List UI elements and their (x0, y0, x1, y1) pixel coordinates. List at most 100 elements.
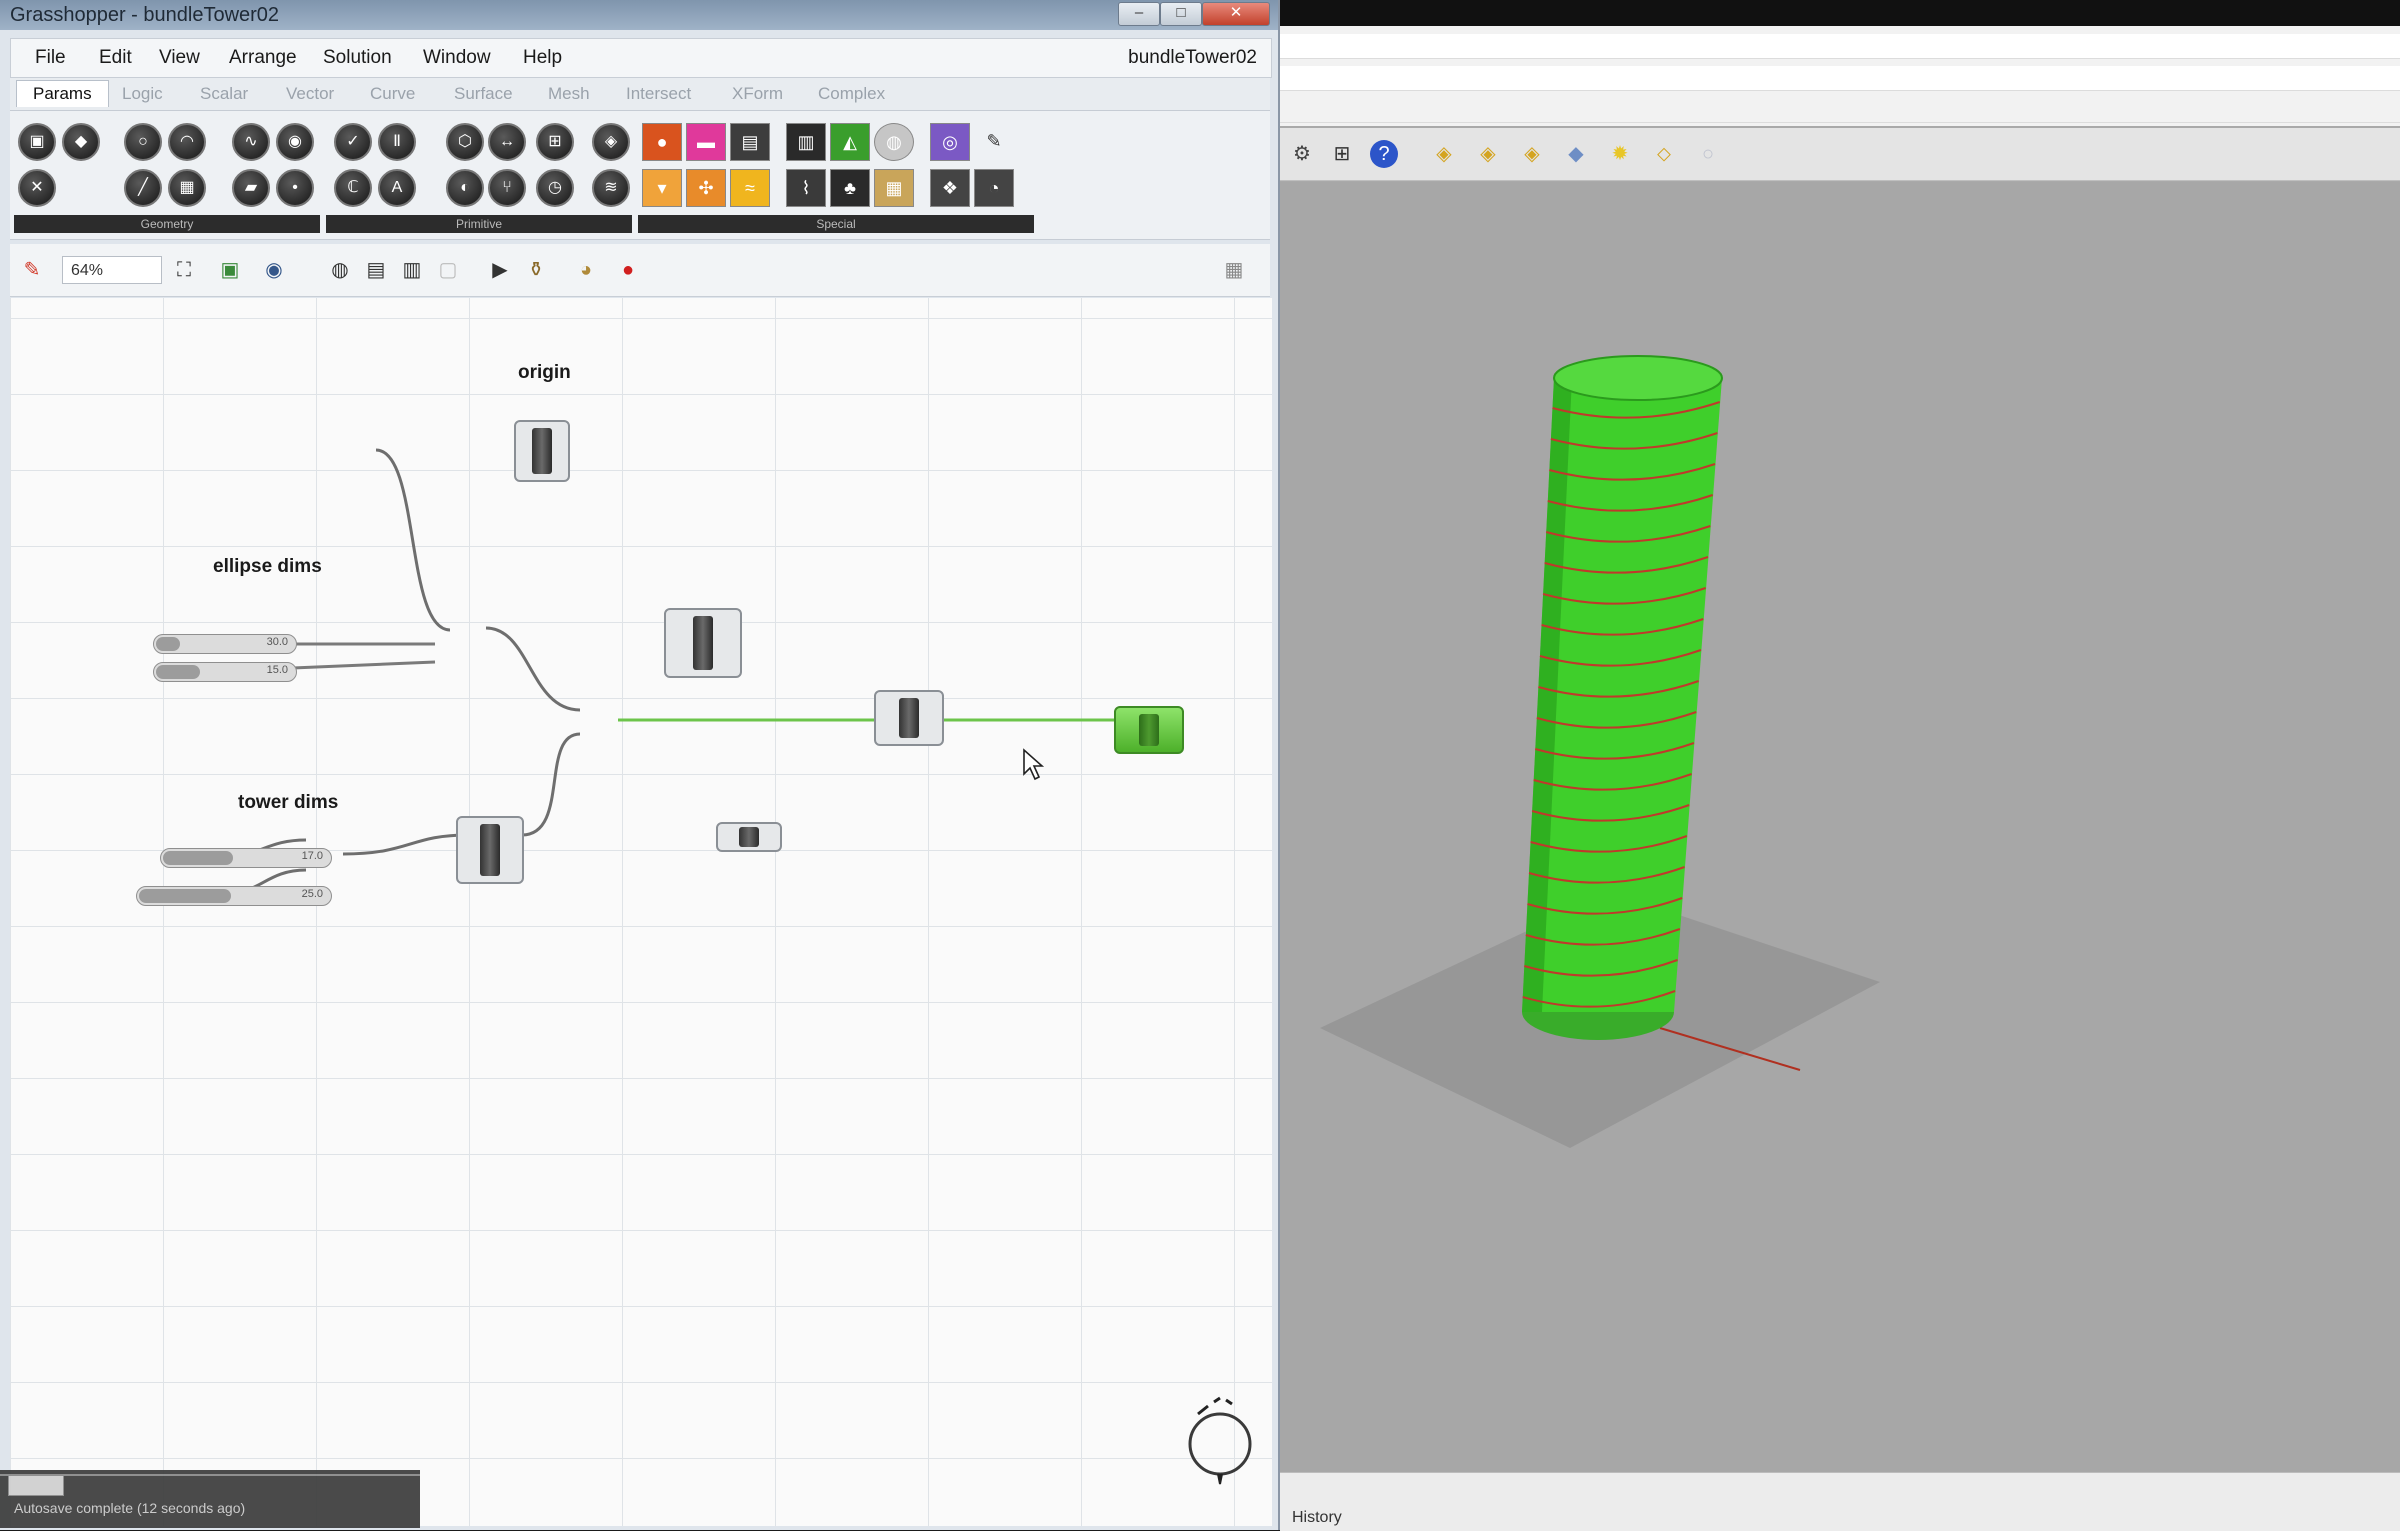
data-recorder-icon[interactable]: ♣ (830, 169, 870, 207)
maximize-button[interactable]: □ (1160, 2, 1202, 26)
ellipse-slider-b[interactable]: 15.0 (153, 662, 297, 682)
menu-edit[interactable]: Edit (99, 47, 132, 69)
guid-param-icon[interactable]: ≋ (592, 169, 630, 207)
value-list-icon[interactable]: ▥ (786, 123, 826, 161)
field-param-icon[interactable]: ✕ (18, 169, 56, 207)
arc-param-icon[interactable]: ◠ (168, 123, 206, 161)
unit-z-component[interactable] (716, 822, 782, 852)
gear-icon[interactable]: ⚙ (1288, 140, 1316, 168)
multiplication-component[interactable] (456, 816, 524, 884)
menu-arrange[interactable]: Arrange (229, 47, 297, 69)
preview-eye-icon[interactable]: ◉ (260, 256, 288, 284)
bezier-graph-icon[interactable]: ⌇ (786, 169, 826, 207)
complex-param-icon[interactable]: ℂ (334, 169, 372, 207)
light-icon[interactable]: ✹ (1606, 140, 1634, 168)
string-param-icon[interactable]: A (378, 169, 416, 207)
number-slider-icon[interactable]: ≈ (730, 169, 770, 207)
path-param-icon[interactable]: ⑂ (488, 169, 526, 207)
ellipse-slider-a[interactable]: 30.0 (153, 634, 297, 654)
wire-unit-z (521, 732, 581, 837)
history-label: History (1292, 1509, 1342, 1526)
brep-param-icon[interactable]: ◆ (62, 123, 100, 161)
tab-params[interactable]: Params (16, 80, 109, 107)
time-param-icon[interactable]: ◷ (536, 169, 574, 207)
navigation-compass-icon[interactable] (1170, 1388, 1266, 1498)
close-button[interactable]: ✕ (1202, 2, 1270, 26)
timer-icon[interactable]: ◔ (974, 169, 1014, 207)
matrix-param-icon[interactable]: ⊞ (536, 123, 574, 161)
tab-mesh[interactable]: Mesh (548, 84, 590, 104)
tower-slider-a[interactable]: 17.0 (160, 848, 332, 868)
bottle-icon[interactable]: ⚱ (522, 256, 550, 284)
solver-lock-icon[interactable]: ● (614, 256, 642, 284)
colour-wheel-icon[interactable]: ◎ (930, 123, 970, 161)
panel-icon[interactable]: ▤ (730, 123, 770, 161)
cplane-icon[interactable]: ⊞ (1328, 140, 1356, 168)
tab-logic[interactable]: Logic (122, 84, 163, 104)
play-icon[interactable]: ▶ (486, 256, 514, 284)
help-icon[interactable]: ? (1370, 140, 1398, 168)
geometry-param-icon[interactable]: ◉ (276, 123, 314, 161)
curve-param-icon[interactable]: ∿ (232, 123, 270, 161)
graph-mapper-icon[interactable]: ◭ (830, 123, 870, 161)
domain-param-icon[interactable]: ↔ (488, 123, 526, 161)
tab-scalar[interactable]: Scalar (200, 84, 248, 104)
point-param-icon[interactable]: • (276, 169, 314, 207)
zoom-extents-icon[interactable]: ⛶ (170, 256, 198, 284)
circle-tool-icon[interactable]: ○ (1694, 140, 1722, 168)
colour-swatch-icon[interactable]: ◍ (874, 123, 914, 161)
preview-component[interactable] (1114, 706, 1184, 754)
gradient-icon[interactable]: ▬ (686, 123, 726, 161)
menu-view[interactable]: View (159, 47, 200, 69)
line-param-icon[interactable]: ╱ (124, 169, 162, 207)
image-sampler-icon[interactable]: ▦ (874, 169, 914, 207)
point-component[interactable] (514, 420, 570, 482)
command-prompt[interactable] (1280, 66, 2400, 91)
boolean-param-icon[interactable]: ✓ (334, 123, 372, 161)
boolean-toggle-icon[interactable]: ● (642, 123, 682, 161)
tag-add-icon[interactable]: ◈ (1474, 140, 1502, 168)
ellipse-component[interactable] (664, 608, 742, 678)
tab-intersect[interactable]: Intersect (626, 84, 691, 104)
scribble-icon[interactable]: ✎ (974, 123, 1014, 161)
wire-display-icon[interactable]: ◍ (326, 256, 354, 284)
menu-window[interactable]: Window (423, 47, 491, 69)
menu-help[interactable]: Help (523, 47, 562, 69)
sketch-icon[interactable]: ✎ (18, 256, 46, 284)
named-views-icon[interactable]: ▣ (216, 256, 244, 284)
cube-icon[interactable]: ◆ (1562, 140, 1590, 168)
tab-xform[interactable]: XForm (732, 84, 783, 104)
label-icon[interactable]: ⬦ (1650, 140, 1678, 168)
tab-vector[interactable]: Vector (286, 84, 334, 104)
galapagos-icon[interactable]: ❖ (930, 169, 970, 207)
extrude-component[interactable] (874, 690, 944, 746)
canvas-menu-icon[interactable]: ▦ (1220, 256, 1248, 284)
menu-solution[interactable]: Solution (323, 47, 392, 69)
shader-param-icon[interactable]: ◈ (592, 123, 630, 161)
control-knob-icon[interactable]: ✣ (686, 169, 726, 207)
disabled-icon[interactable]: ▢ (434, 256, 462, 284)
tab-surface[interactable]: Surface (454, 84, 513, 104)
box-param-icon[interactable]: ▣ (18, 123, 56, 161)
grasshopper-canvas[interactable]: origin ellipse dims 30.0 15.0 tower dims… (10, 298, 1272, 1526)
tab-curve[interactable]: Curve (370, 84, 415, 104)
tag-icon[interactable]: ◈ (1430, 140, 1458, 168)
mesh-param-icon[interactable]: ▦ (168, 169, 206, 207)
shading-icon[interactable]: ◕ (572, 256, 600, 284)
tag-remove-icon[interactable]: ◈ (1518, 140, 1546, 168)
colour-param-icon[interactable]: ◐ (446, 169, 484, 207)
tower-slider-b[interactable]: 25.0 (136, 886, 332, 906)
menu-file[interactable]: File (35, 47, 66, 69)
circle-param-icon[interactable]: ○ (124, 123, 162, 161)
document-preview-icon[interactable]: ▤ (362, 256, 390, 284)
minimize-button[interactable]: – (1118, 2, 1160, 26)
bake-icon[interactable]: ▥ (398, 256, 426, 284)
plane-param-icon[interactable]: ▰ (232, 169, 270, 207)
command-history (1280, 34, 2400, 59)
number-param-icon[interactable]: ⬡ (446, 123, 484, 161)
md-slider-icon[interactable]: ▾ (642, 169, 682, 207)
zoom-field[interactable]: 64% (62, 256, 162, 284)
tab-complex[interactable]: Complex (818, 84, 885, 104)
integer-param-icon[interactable]: Ⅱ (378, 123, 416, 161)
perspective-viewport[interactable] (1280, 182, 2400, 1472)
